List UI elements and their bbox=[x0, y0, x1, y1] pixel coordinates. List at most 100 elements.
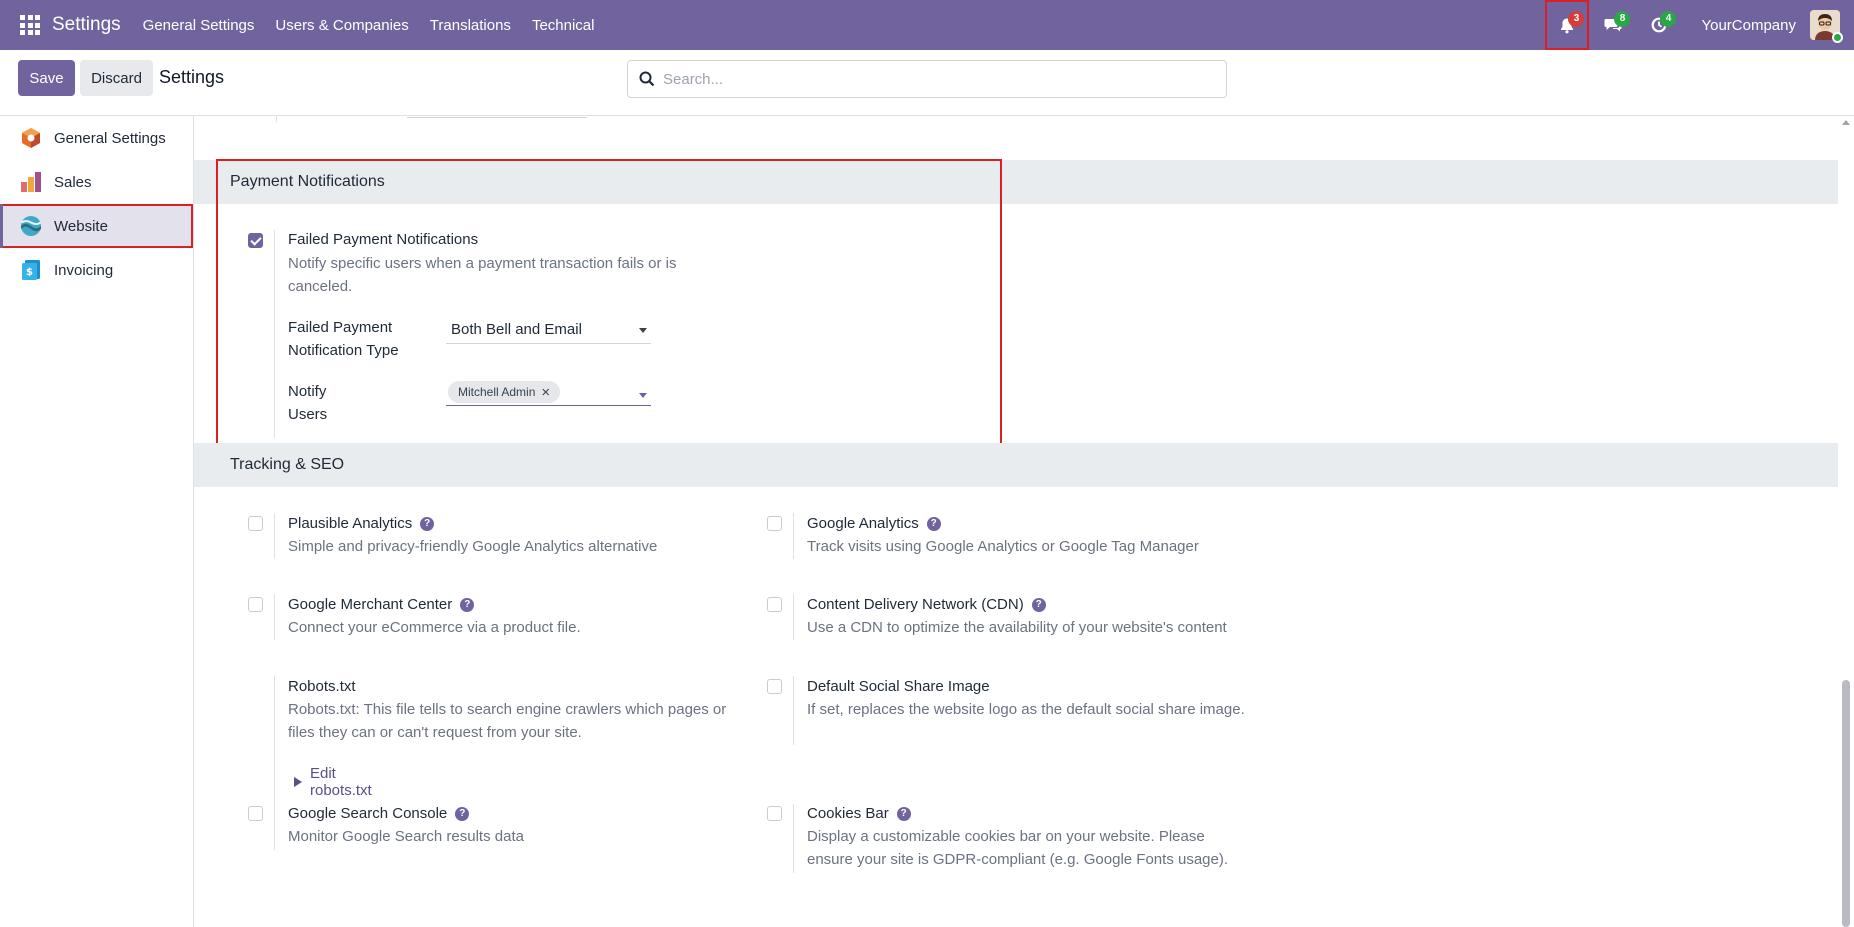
user-tag: Mitchell Admin × bbox=[448, 381, 561, 403]
search-bar[interactable] bbox=[627, 60, 1227, 98]
plausible-checkbox[interactable] bbox=[248, 516, 263, 531]
chevron-down-icon bbox=[639, 393, 647, 398]
search-icon bbox=[639, 71, 655, 87]
arrow-right-icon bbox=[294, 777, 302, 787]
setting-description: Connect your eCommerce via a product fil… bbox=[288, 619, 581, 636]
section-header-payment: Payment Notifications bbox=[194, 160, 1838, 204]
setting-description: Monitor Google Search results data bbox=[288, 828, 524, 845]
setting-title-text: Cookies Bar bbox=[807, 805, 889, 822]
discard-button[interactable]: Discard bbox=[80, 60, 153, 96]
settings-content: Payment Notifications Failed Payment Not… bbox=[194, 116, 1838, 927]
setting-title: Google Search Console ? bbox=[288, 805, 470, 822]
section-header-tracking: Tracking & SEO bbox=[194, 443, 1838, 487]
scrollbar[interactable] bbox=[1838, 116, 1854, 927]
setting-description: Notify specific users when a payment tra… bbox=[288, 255, 677, 295]
setting-title-text: Google Search Console bbox=[288, 805, 448, 822]
section-title: Tracking & SEO bbox=[230, 456, 345, 473]
google-analytics-checkbox[interactable] bbox=[767, 516, 782, 531]
website-icon bbox=[20, 216, 42, 236]
user-tag-label: Mitchell Admin bbox=[458, 385, 536, 399]
social-share-checkbox[interactable] bbox=[767, 679, 782, 694]
user-avatar[interactable] bbox=[1810, 10, 1843, 43]
setting-title: Robots.txt bbox=[288, 678, 356, 695]
activities-button[interactable]: 4 bbox=[1637, 0, 1681, 50]
divider bbox=[793, 513, 794, 559]
sidebar-item-label: Website bbox=[54, 217, 108, 235]
divider bbox=[793, 804, 794, 873]
setting-title-text: Google Analytics bbox=[807, 515, 919, 532]
setting-description: Robots.txt: This file tells to search en… bbox=[288, 701, 727, 741]
menu-users-companies[interactable]: Users & Companies bbox=[275, 17, 408, 34]
breadcrumb-title: Settings bbox=[159, 67, 225, 87]
setting-title: Cookies Bar ? bbox=[807, 805, 911, 822]
scroll-up-arrow-icon[interactable] bbox=[1842, 120, 1850, 125]
merchant-checkbox[interactable] bbox=[248, 597, 263, 612]
cookies-bar-checkbox[interactable] bbox=[767, 806, 782, 821]
menu-general-settings[interactable]: General Settings bbox=[143, 17, 255, 34]
notification-type-label: Failed Payment Notification Type bbox=[288, 319, 399, 359]
setting-title-text: Google Merchant Center bbox=[288, 596, 453, 613]
setting-title-text: Content Delivery Network (CDN) bbox=[807, 596, 1024, 613]
company-switcher[interactable]: YourCompany bbox=[1701, 17, 1796, 34]
sidebar-item-label: Invoicing bbox=[54, 261, 114, 279]
search-console-checkbox[interactable] bbox=[248, 806, 263, 821]
sidebar-item-sales[interactable]: Sales bbox=[0, 160, 193, 204]
help-icon[interactable]: ? bbox=[926, 516, 941, 531]
general-settings-icon bbox=[22, 128, 40, 148]
divider bbox=[793, 676, 794, 745]
sidebar-item-label: General Settings bbox=[54, 129, 166, 147]
activities-badge: 4 bbox=[1660, 11, 1677, 27]
divider bbox=[274, 513, 275, 559]
help-icon[interactable]: ? bbox=[460, 597, 475, 612]
section-title: Payment Notifications bbox=[230, 173, 385, 190]
setting-title: Google Analytics ? bbox=[807, 515, 941, 532]
notification-type-value: Both Bell and Email bbox=[451, 321, 582, 338]
messages-badge: 8 bbox=[1614, 11, 1631, 27]
remove-tag-icon[interactable]: × bbox=[541, 384, 550, 401]
edit-robots-link[interactable]: Edit robots.txt bbox=[294, 765, 372, 799]
setting-title: Google Merchant Center ? bbox=[288, 596, 475, 613]
setting-title: Plausible Analytics ? bbox=[288, 515, 435, 532]
setting-title-text: Plausible Analytics bbox=[288, 515, 413, 532]
setting-title: Content Delivery Network (CDN) ? bbox=[807, 596, 1046, 613]
notification-type-select[interactable]: Both Bell and Email bbox=[446, 318, 651, 344]
setting-description: If set, replaces the website logo as the… bbox=[807, 701, 1245, 718]
help-icon[interactable]: ? bbox=[420, 516, 435, 531]
help-icon[interactable]: ? bbox=[1031, 597, 1046, 612]
divider bbox=[274, 230, 275, 438]
search-input[interactable] bbox=[663, 70, 1203, 88]
scrollbar-thumb[interactable] bbox=[1842, 680, 1850, 927]
settings-sidebar: General Settings Sales Website $ Invoici… bbox=[0, 116, 194, 927]
menu-technical[interactable]: Technical bbox=[532, 17, 595, 34]
setting-description: Display a customizable cookies bar on yo… bbox=[807, 828, 1229, 868]
divider bbox=[793, 594, 794, 640]
notifications-badge: 3 bbox=[1568, 11, 1585, 27]
apps-menu-icon[interactable] bbox=[20, 15, 40, 35]
sidebar-item-website[interactable]: Website bbox=[0, 204, 193, 248]
setting-description: Track visits using Google Analytics or G… bbox=[807, 538, 1199, 555]
sidebar-item-invoicing[interactable]: $ Invoicing bbox=[0, 248, 193, 292]
setting-description: Simple and privacy-friendly Google Analy… bbox=[288, 538, 658, 555]
divider bbox=[274, 676, 275, 805]
divider bbox=[276, 116, 277, 122]
divider bbox=[274, 594, 275, 640]
sidebar-item-general-settings[interactable]: General Settings bbox=[0, 116, 193, 160]
chevron-down-icon bbox=[639, 328, 647, 333]
messages-button[interactable]: 8 bbox=[1591, 0, 1635, 50]
link-label: Edit robots.txt bbox=[310, 765, 372, 799]
failed-payment-checkbox[interactable] bbox=[248, 233, 263, 248]
help-icon[interactable]: ? bbox=[896, 806, 911, 821]
notify-users-field[interactable]: Mitchell Admin × bbox=[446, 380, 651, 406]
notifications-button[interactable]: 3 bbox=[1545, 0, 1590, 50]
sales-icon bbox=[21, 172, 41, 192]
app-brand[interactable]: Settings bbox=[52, 14, 121, 36]
menu-translations[interactable]: Translations bbox=[430, 17, 511, 34]
invoicing-icon: $ bbox=[22, 260, 40, 280]
save-button[interactable]: Save bbox=[18, 60, 75, 96]
help-icon[interactable]: ? bbox=[455, 806, 470, 821]
control-panel: Save Discard Settings bbox=[0, 50, 1854, 116]
notify-users-label: Notify Users bbox=[288, 383, 328, 423]
previous-field-input[interactable] bbox=[407, 116, 587, 118]
cdn-checkbox[interactable] bbox=[767, 597, 782, 612]
top-navbar: Settings General Settings Users & Compan… bbox=[0, 0, 1854, 50]
